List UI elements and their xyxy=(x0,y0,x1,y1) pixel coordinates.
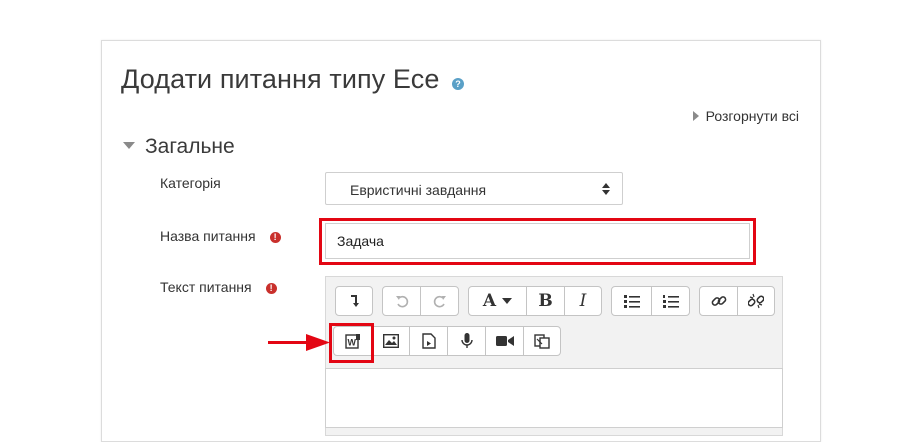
question-name-field[interactable] xyxy=(325,223,750,259)
bold-label: B xyxy=(538,291,553,311)
media-file-icon xyxy=(421,333,436,349)
link-button[interactable] xyxy=(700,287,738,315)
undo-button[interactable] xyxy=(383,287,421,315)
question-text-editor[interactable] xyxy=(325,368,783,428)
expand-all-label: Розгорнути всі xyxy=(705,108,799,124)
question-text-label: Текст питання! xyxy=(160,279,277,295)
redo-icon xyxy=(433,295,446,308)
question-name-label: Назва питання! xyxy=(160,228,281,244)
media-button[interactable] xyxy=(410,327,448,355)
record-video-button[interactable] xyxy=(486,327,524,355)
unordered-list-icon xyxy=(623,295,640,308)
image-button[interactable] xyxy=(372,327,410,355)
required-icon: ! xyxy=(269,232,281,243)
toolbar-group-lists xyxy=(611,286,690,316)
expand-all-link[interactable]: Розгорнути всі xyxy=(692,108,799,124)
record-audio-button[interactable] xyxy=(448,327,486,355)
dropdown-caret-icon xyxy=(502,298,513,304)
microphone-icon xyxy=(460,333,473,348)
italic-label: I xyxy=(579,291,587,311)
page-title: Додати питання типу Есе xyxy=(121,64,440,94)
question-text-label-text: Текст питання xyxy=(160,279,252,295)
help-icon[interactable]: ? xyxy=(452,78,464,90)
category-label: Категорія xyxy=(160,175,221,191)
required-icon: ! xyxy=(265,283,277,294)
unordered-list-button[interactable] xyxy=(612,287,652,315)
section-general-title: Загальне xyxy=(145,135,235,158)
ordered-list-button[interactable] xyxy=(652,287,689,315)
font-color-label: A xyxy=(482,291,497,311)
caret-down-icon xyxy=(123,142,135,149)
expand-toolbar-button[interactable] xyxy=(336,287,372,315)
image-icon xyxy=(382,334,399,348)
toolbar-group-expand xyxy=(335,286,373,316)
question-name-label-text: Назва питання xyxy=(160,228,256,244)
video-camera-icon xyxy=(495,336,514,346)
toolbar-group-history xyxy=(382,286,459,316)
select-arrows-icon xyxy=(602,183,610,195)
undo-icon xyxy=(395,295,408,308)
unlink-button[interactable] xyxy=(738,287,774,315)
bold-button[interactable]: B xyxy=(527,287,565,315)
redo-button[interactable] xyxy=(421,287,458,315)
toolbar-group-links xyxy=(699,286,775,316)
category-select[interactable]: Евристичні завдання xyxy=(325,172,623,205)
paste-special-button[interactable] xyxy=(524,327,560,355)
italic-button[interactable]: I xyxy=(565,287,601,315)
category-select-value: Евристичні завдання xyxy=(350,182,487,198)
paste-icon xyxy=(534,334,550,349)
arrow-right-icon xyxy=(268,334,330,351)
expand-toolbar-icon xyxy=(351,295,359,307)
ordered-list-icon xyxy=(662,295,679,308)
toolbar-group-style: A B I xyxy=(468,286,602,316)
caret-right-icon xyxy=(692,111,699,121)
unlink-icon xyxy=(748,293,764,309)
category-label-text: Категорія xyxy=(160,175,221,191)
question-name-input[interactable] xyxy=(337,233,737,249)
word-import-highlight xyxy=(329,323,374,363)
link-icon xyxy=(711,296,726,306)
font-color-button[interactable]: A xyxy=(469,287,527,315)
section-general-header[interactable]: Загальне xyxy=(123,135,235,159)
